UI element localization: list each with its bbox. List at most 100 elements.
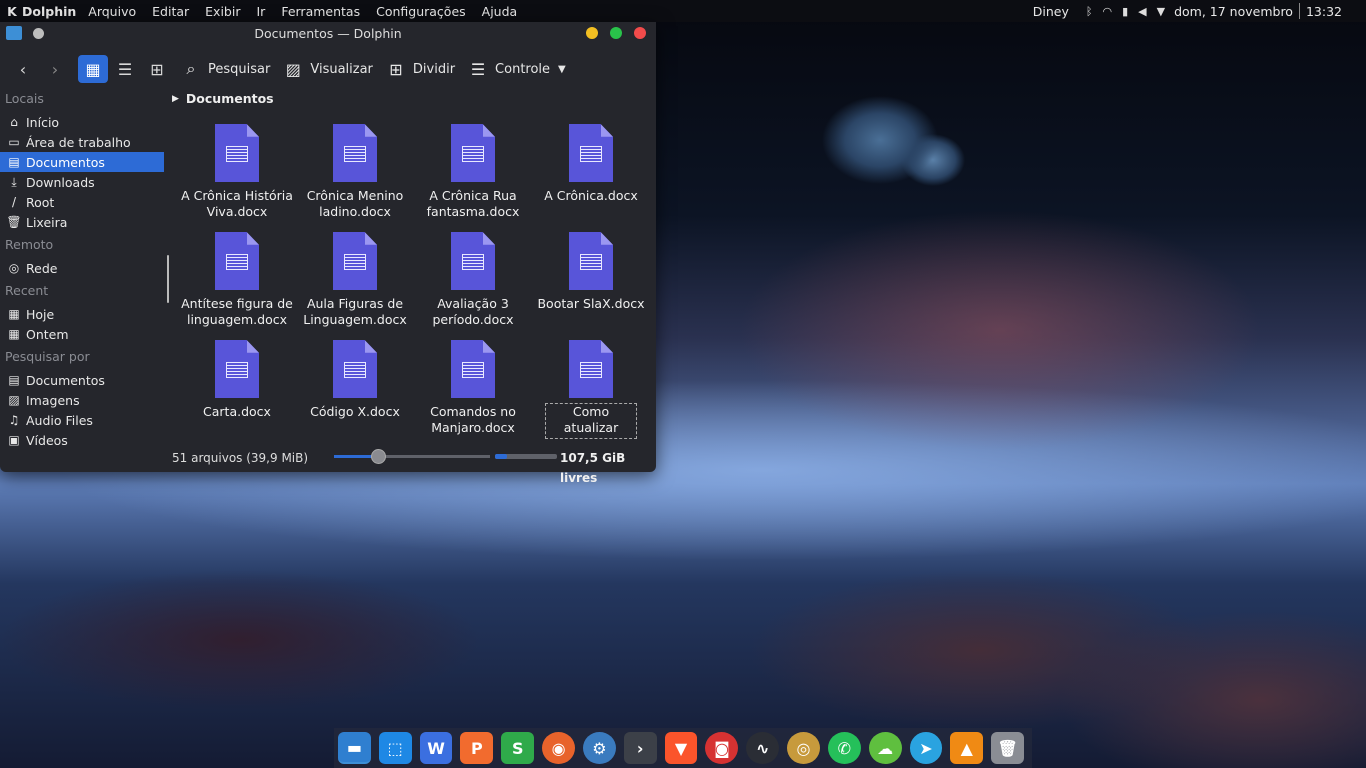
file-item[interactable]: A Crônica História Viva.docx <box>178 124 296 220</box>
top-panel: K Dolphin Arquivo Editar Exibir Ir Ferra… <box>0 0 1366 22</box>
dock-trash-icon[interactable]: 🗑 <box>991 732 1025 764</box>
sidebar-item[interactable]: 🗑 Lixeira <box>0 212 166 232</box>
split-button[interactable]: ⊞ Dividir <box>379 54 461 84</box>
file-item[interactable]: A Crônica Rua fantasma.docx <box>414 124 532 220</box>
dock-writer-icon[interactable]: W <box>419 732 453 764</box>
menu-configuracoes[interactable]: Configurações <box>376 4 466 19</box>
image-icon: ▨ <box>285 59 301 79</box>
sidebar-item[interactable]: ▦ Hoje <box>0 304 166 324</box>
zoom-slider[interactable] <box>334 449 490 464</box>
file-name-line: Como atualizar <box>563 404 619 435</box>
document-lines-icon <box>580 362 602 378</box>
minimize-button[interactable] <box>586 27 598 39</box>
bluetooth-icon[interactable]: ᛒ <box>1086 5 1093 18</box>
chevron-down-icon[interactable]: ▼ <box>1157 5 1165 18</box>
divider <box>1298 3 1300 19</box>
file-name-line: Comandos no <box>430 404 516 419</box>
file-item[interactable]: Código X.docx <box>296 340 414 420</box>
dock-terminal-icon[interactable]: › <box>623 732 657 764</box>
dock-vlc-icon[interactable]: ▲ <box>950 732 984 764</box>
sidebar-item-label: Lixeira <box>26 214 68 230</box>
document-lines-icon <box>344 146 366 162</box>
dock-monitor-icon[interactable]: ∿ <box>746 732 780 764</box>
close-button[interactable] <box>634 27 646 39</box>
sidebar-item[interactable]: ▦ Ontem <box>0 324 166 344</box>
title-bar[interactable]: Documentos — Dolphin <box>0 22 656 44</box>
back-button[interactable]: ‹ <box>8 55 38 83</box>
menu-arquivo[interactable]: Arquivo <box>88 4 136 19</box>
menu-exibir[interactable]: Exibir <box>205 4 240 19</box>
file-item[interactable]: Crônica Menino ladino.docx <box>296 124 414 220</box>
sidebar-item[interactable]: ♫ Audio Files <box>0 410 166 430</box>
sidebar-item[interactable]: ◎ Rede <box>0 258 166 278</box>
file-item[interactable]: Avaliação 3 período.docx <box>414 232 532 328</box>
menu-ajuda[interactable]: Ajuda <box>482 4 518 19</box>
dock-presentation-icon[interactable]: P <box>460 732 494 764</box>
dock-settings-icon[interactable]: ⚙ <box>582 732 616 764</box>
dock-spreadsheet-icon[interactable]: S <box>501 732 535 764</box>
file-item[interactable]: Bootar SlaX.docx <box>532 232 650 312</box>
network-icon: ◎ <box>8 261 20 275</box>
disk-usage-fill <box>495 454 508 459</box>
sidebar-item[interactable]: ▤ Documentos <box>0 370 166 390</box>
sidebar-item[interactable]: / Root <box>0 192 166 212</box>
trash-icon: 🗑 <box>6 215 22 229</box>
dock-brave-icon[interactable]: ▼ <box>664 732 698 764</box>
sidebar-item[interactable]: ▨ Imagens <box>0 390 166 410</box>
dock-dolphin-icon[interactable]: ▬ <box>338 732 371 764</box>
wifi-icon[interactable]: ◠ <box>1102 5 1112 18</box>
compact-view-button[interactable]: ☰ <box>110 55 140 83</box>
document-icon <box>333 340 377 398</box>
file-name-line: Aula Figuras de <box>306 296 404 311</box>
sidebar-item[interactable]: ▣ Vídeos <box>0 430 166 450</box>
home-icon: ⌂ <box>10 115 18 129</box>
dock-firefox-icon[interactable]: ◉ <box>542 732 575 764</box>
breadcrumb[interactable]: ▶ Documentos <box>172 91 274 106</box>
pin-icon[interactable] <box>33 28 44 39</box>
volume-icon[interactable]: ◀ <box>1138 5 1146 18</box>
file-name: Comandos no Manjaro.docx <box>414 404 532 436</box>
dock-cloud-icon[interactable]: ☁ <box>868 732 902 764</box>
kde-logo-icon[interactable]: K <box>2 4 22 19</box>
sidebar-scrollbar[interactable] <box>167 255 169 303</box>
document-icon <box>333 124 377 182</box>
user-name[interactable]: Diney <box>1033 4 1069 19</box>
file-item[interactable]: Carta.docx <box>178 340 296 420</box>
sidebar-item[interactable]: ▭ Área de trabalho <box>0 132 166 152</box>
zoom-handle[interactable] <box>370 449 386 464</box>
control-menu-button[interactable]: ☰ Controle ▼ <box>461 54 572 84</box>
details-view-button[interactable]: ⊞ <box>142 55 172 83</box>
sidebar-item[interactable]: ▤ Documentos <box>0 152 164 172</box>
document-icon <box>333 232 377 290</box>
menu-ir[interactable]: Ir <box>256 4 265 19</box>
dock-screenshot-icon[interactable]: ◙ <box>705 732 739 764</box>
sidebar-item[interactable]: ⤓ Downloads <box>0 172 166 192</box>
music-icon: ♫ <box>8 413 20 427</box>
download-icon: ⤓ <box>11 174 17 189</box>
menu-editar[interactable]: Editar <box>152 4 189 19</box>
dock-whatsapp-icon[interactable]: ✆ <box>827 732 861 764</box>
file-item[interactable]: Comandos no Manjaro.docx <box>414 340 532 436</box>
dock: ▬ ⬚ W P S ◉ ⚙ › ▼ ◙ ∿ ◎ ✆ ☁ ➤ ▲ 🗑 <box>334 728 1032 768</box>
file-item[interactable]: A Crônica.docx <box>532 124 650 204</box>
dock-store-icon[interactable]: ⬚ <box>378 732 412 764</box>
preview-button[interactable]: ▨ Visualizar <box>276 54 379 84</box>
maximize-button[interactable] <box>610 27 622 39</box>
icons-view-button[interactable]: ▦ <box>78 55 108 83</box>
menu-ferramentas[interactable]: Ferramentas <box>281 4 360 19</box>
sidebar-section-title: Recent <box>5 283 49 298</box>
folder-icon[interactable] <box>6 26 22 40</box>
search-button[interactable]: ⌕ Pesquisar <box>174 54 276 84</box>
file-item[interactable]: Como atualizarcorretamente o <box>532 340 650 442</box>
file-item[interactable]: Aula Figuras de Linguagem.docx <box>296 232 414 328</box>
sidebar-item[interactable]: ⌂ Início <box>0 112 166 132</box>
dock-disc-icon[interactable]: ◎ <box>787 732 820 764</box>
date-display[interactable]: dom, 17 novembro <box>1174 4 1293 19</box>
toolbar: ‹ › ▦ ☰ ⊞ ⌕ Pesquisar ▨ Visualizar ⊞ Dividi… <box>0 44 656 94</box>
file-name-line: A Crônica.docx <box>544 188 638 203</box>
dock-telegram-icon[interactable]: ➤ <box>909 732 943 764</box>
forward-button[interactable]: › <box>40 55 70 83</box>
file-item[interactable]: Antítese figura de linguagem.docx <box>178 232 296 328</box>
battery-icon[interactable]: ▮ <box>1122 5 1128 18</box>
clock[interactable]: 13:32 <box>1306 4 1342 19</box>
